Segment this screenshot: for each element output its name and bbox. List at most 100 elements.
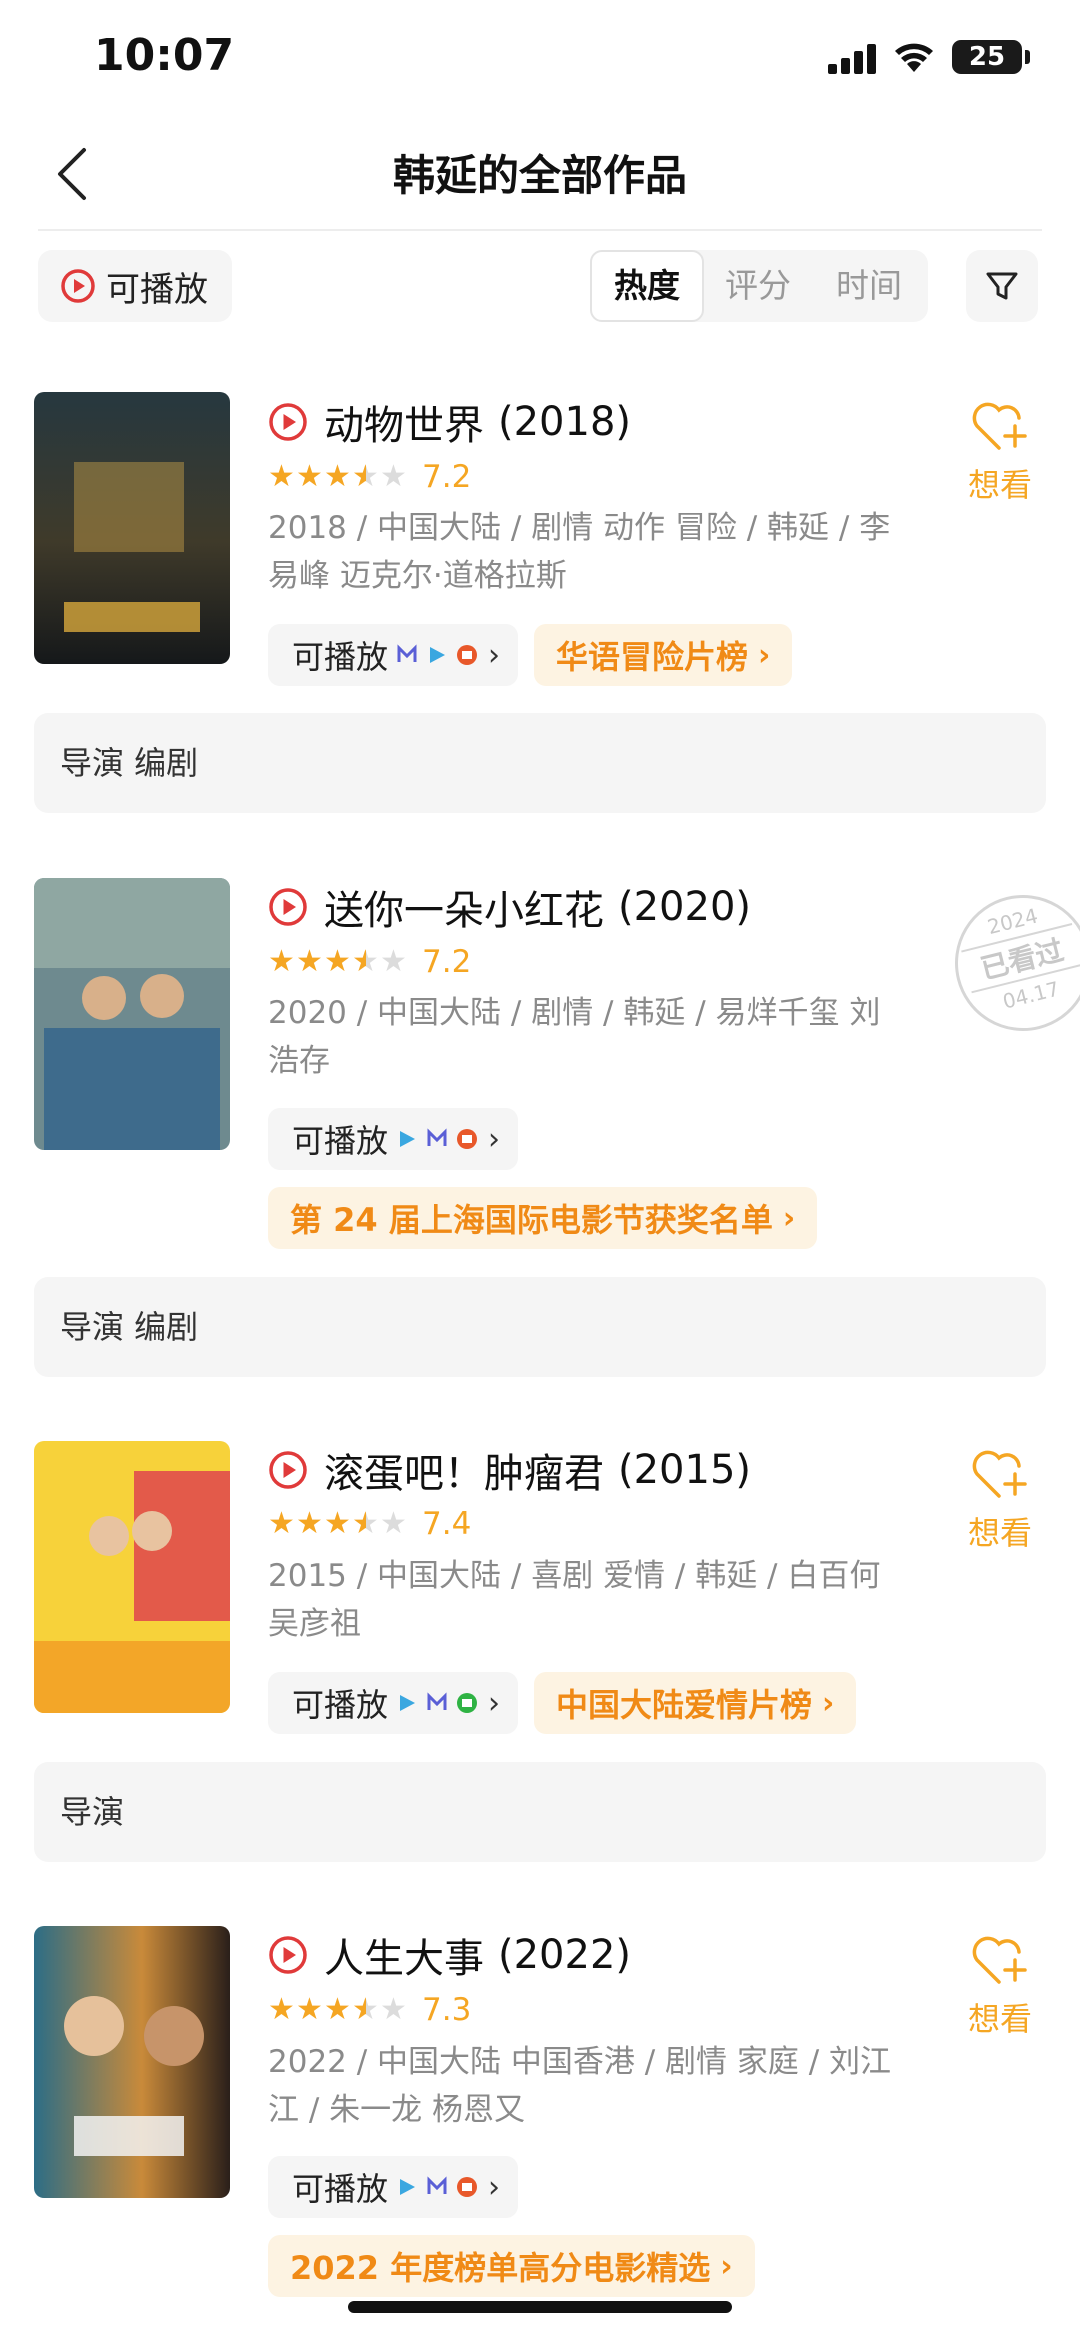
playable-label: 可播放 — [292, 638, 389, 676]
chevron-right-icon: › — [488, 1121, 501, 1157]
tab-rating[interactable]: 评分 — [704, 250, 812, 322]
platform-icon — [457, 2177, 478, 2197]
playable-label: 可播放 — [292, 1122, 389, 1160]
movie-title: 人生大事 — [324, 1936, 484, 1982]
tag-row: 可播放 › — [268, 1108, 519, 1170]
role-box: 导演 编剧 — [34, 713, 1046, 813]
star-icon: ★ — [324, 459, 351, 494]
star-icon: ★ — [324, 1506, 351, 1541]
want-label: 想看 — [967, 1514, 1032, 1552]
nav-bar: 韩延的全部作品 — [0, 120, 1080, 230]
tag-row: 可播放 › 华语冒险片榜 › — [268, 624, 793, 686]
movie-info: 2015 / 中国大陆 / 喜剧 爱情 / 韩延 / 白百何 吴彦祖 — [268, 1558, 881, 1642]
role-box: 导演 编剧 — [34, 1277, 1046, 1377]
movie-info: 2020 / 中国大陆 / 剧情 / 韩延 / 易烊千玺 刘浩存 — [268, 995, 881, 1079]
tag-row: 可播放 › — [268, 2156, 519, 2218]
rank-label: 第 24 届上海国际电影节获奖名单 — [290, 1201, 773, 1239]
tag-row: 2022 年度榜单高分电影精选 › — [268, 2235, 755, 2297]
home-indicator[interactable] — [348, 2301, 732, 2313]
empty-star-icon: ★ — [380, 1506, 407, 1541]
rank-list-tag[interactable]: 第 24 届上海国际电影节获奖名单 › — [268, 1187, 818, 1249]
tag-row: 可播放 › 中国大陆爱情片榜 › — [268, 1672, 857, 1734]
playable-platforms-tag[interactable]: 可播放 › — [268, 624, 519, 686]
movie-title-row[interactable]: 人生大事 (2022) — [268, 1925, 631, 1985]
movie-title: 动物世界 — [324, 403, 484, 449]
movie-year: (2020) — [618, 884, 752, 930]
rank-list-tag[interactable]: 中国大陆爱情片榜 › — [534, 1672, 857, 1734]
playable-platforms-tag[interactable]: 可播放 › — [268, 1108, 519, 1170]
rank-label: 2022 年度榜单高分电影精选 — [290, 2249, 711, 2287]
movie-poster[interactable] — [34, 1926, 230, 2198]
heart-plus-icon — [972, 1450, 1027, 1498]
playable-label: 可播放 — [292, 2170, 389, 2208]
movie-title-row[interactable]: 送你一朵小红花 (2020) — [268, 877, 751, 937]
platform-icon — [430, 647, 446, 663]
half-star-icon: ★ — [352, 1992, 379, 2027]
sort-tabs: 热度 评分 时间 — [590, 250, 928, 322]
playable-filter-label: 可播放 — [106, 269, 208, 310]
platform-icon — [427, 1692, 447, 1710]
play-circle-icon — [269, 403, 307, 441]
playable-filter-button[interactable]: 可播放 — [38, 250, 232, 322]
want-to-watch-button[interactable]: 想看 — [960, 1444, 1040, 1554]
playable-label: 可播放 — [292, 1686, 389, 1724]
movie-poster[interactable] — [34, 1441, 230, 1713]
chevron-right-icon: › — [488, 2169, 501, 2205]
rank-list-tag[interactable]: 2022 年度榜单高分电影精选 › — [268, 2235, 755, 2297]
funnel-icon — [986, 272, 1018, 300]
play-circle-icon — [61, 269, 95, 303]
star-icon: ★ — [296, 1506, 323, 1541]
platform-icon — [457, 645, 478, 665]
rating-score: 7.3 — [422, 1992, 472, 2028]
tab-hot[interactable]: 热度 — [590, 250, 704, 322]
heart-plus-icon — [972, 402, 1027, 450]
movie-year: (2015) — [618, 1447, 752, 1493]
movie-title-row[interactable]: 动物世界 (2018) — [268, 392, 631, 452]
star-icon: ★ — [268, 1506, 295, 1541]
movie-info: 2018 / 中国大陆 / 剧情 动作 冒险 / 韩延 / 李易峰 迈克尔·道格… — [268, 510, 891, 594]
wifi-icon — [895, 43, 933, 72]
playable-platforms-tag[interactable]: 可播放 › — [268, 1672, 519, 1734]
role-box: 导演 — [34, 1762, 1046, 1862]
half-star-icon: ★ — [352, 459, 379, 494]
movie-title-row[interactable]: 滚蛋吧！肿瘤君 (2015) — [268, 1440, 751, 1500]
chevron-right-icon: › — [488, 637, 501, 673]
platform-icon — [400, 1131, 416, 1147]
rating-stars: ★ ★ ★ ★ ★ 7.2 — [268, 457, 471, 497]
rank-label: 华语冒险片榜 — [556, 638, 749, 676]
chevron-right-icon: › — [822, 1685, 835, 1721]
chevron-right-icon: › — [488, 1685, 501, 1721]
rating-stars: ★ ★ ★ ★ ★ 7.3 — [268, 1990, 471, 2030]
want-to-watch-button[interactable]: 想看 — [960, 1930, 1040, 2040]
platform-icon — [427, 1128, 447, 1146]
movie-poster[interactable] — [34, 878, 230, 1150]
rank-list-tag[interactable]: 华语冒险片榜 › — [534, 624, 793, 686]
want-label: 想看 — [967, 466, 1032, 504]
platform-icon — [400, 2179, 416, 2195]
tab-time[interactable]: 时间 — [814, 250, 924, 322]
rating-score: 7.2 — [422, 459, 472, 495]
platform-icon — [457, 1129, 478, 1149]
empty-star-icon: ★ — [380, 459, 407, 494]
divider — [38, 229, 1042, 231]
want-to-watch-button[interactable]: 想看 — [960, 396, 1040, 506]
movie-info: 2022 / 中国大陆 中国香港 / 剧情 家庭 / 刘江江 / 朱一龙 杨恩又 — [268, 2044, 892, 2128]
movie-title: 送你一朵小红花 — [324, 888, 604, 934]
chevron-right-icon: › — [720, 2248, 733, 2284]
playable-platforms-tag[interactable]: 可播放 › — [268, 2156, 519, 2218]
empty-star-icon: ★ — [380, 1992, 407, 2027]
rating-score: 7.4 — [422, 1506, 472, 1542]
rank-label: 中国大陆爱情片榜 — [556, 1686, 813, 1724]
filter-button[interactable] — [966, 250, 1038, 322]
movie-poster[interactable] — [34, 392, 230, 664]
empty-star-icon: ★ — [380, 944, 407, 979]
half-star-icon: ★ — [352, 1506, 379, 1541]
signal-icon — [828, 44, 876, 74]
play-circle-icon — [269, 1451, 307, 1489]
tag-row: 第 24 届上海国际电影节获奖名单 › — [268, 1187, 818, 1249]
star-icon: ★ — [324, 1992, 351, 2027]
star-icon: ★ — [268, 1992, 295, 2027]
play-circle-icon — [269, 888, 307, 926]
play-circle-icon — [269, 1936, 307, 1974]
watched-stamp: 2024 已看过 04.17 — [940, 880, 1080, 1046]
